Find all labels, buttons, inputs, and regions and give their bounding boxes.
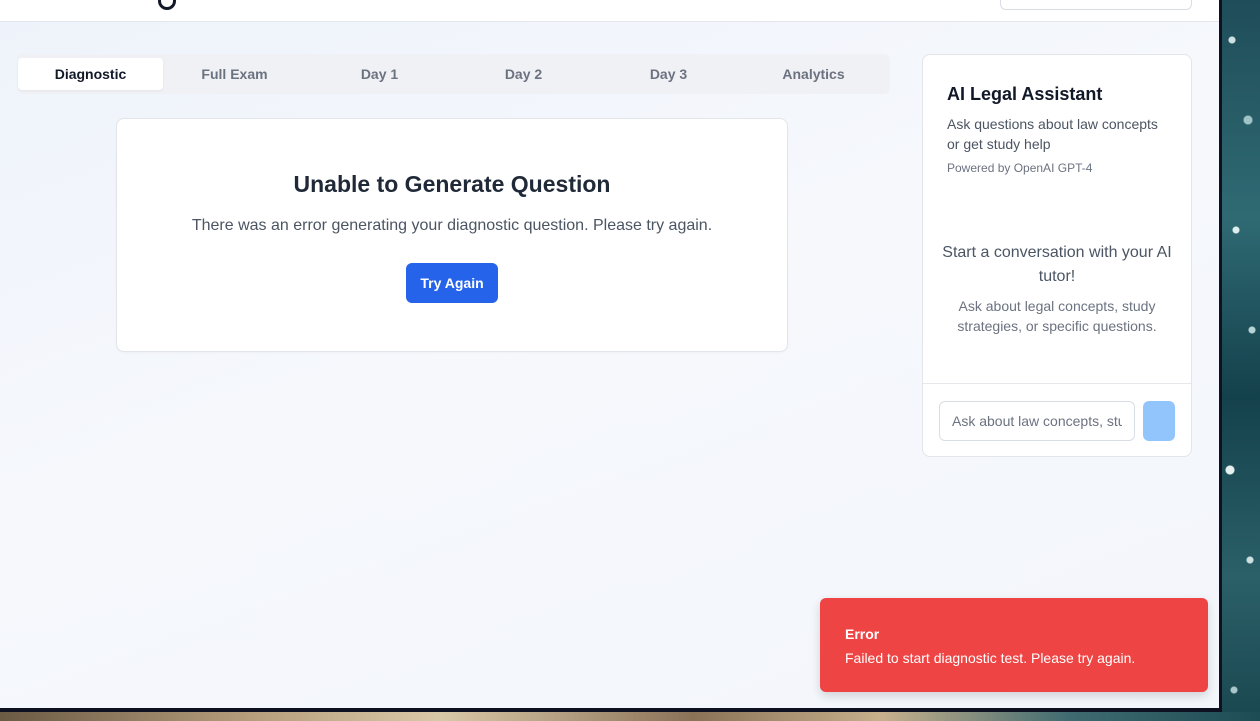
error-title: Unable to Generate Question [293, 171, 611, 197]
empty-chat-subtitle: Ask about legal concepts, study strategi… [957, 298, 1157, 334]
tab-diagnostic[interactable]: Diagnostic [18, 58, 163, 90]
tab-day-3[interactable]: Day 3 [596, 58, 741, 90]
mode-tabs: Diagnostic Full Exam Day 1 Day 2 Day 3 A… [17, 54, 890, 94]
divider [923, 383, 1191, 384]
empty-chat-title: Start a conversation with your AI tutor! [942, 244, 1172, 285]
assistant-title: AI Legal Assistant [947, 84, 1103, 104]
wallpaper-ocean-edge [1222, 0, 1260, 721]
app-window: Diagnostic Full Exam Day 1 Day 2 Day 3 A… [0, 0, 1222, 712]
try-again-button[interactable]: Try Again [406, 263, 498, 303]
tab-day-2[interactable]: Day 2 [451, 58, 596, 90]
tab-full-exam[interactable]: Full Exam [162, 58, 307, 90]
tab-day-1[interactable]: Day 1 [307, 58, 452, 90]
error-card: Unable to Generate Question There was an… [116, 118, 788, 352]
logo-icon [158, 0, 176, 10]
app-header [0, 0, 1219, 22]
header-button[interactable] [1000, 0, 1192, 10]
error-toast[interactable]: Error Failed to start diagnostic test. P… [820, 598, 1208, 692]
toast-title: Error [845, 626, 880, 642]
chat-input[interactable] [939, 401, 1135, 441]
toast-message: Failed to start diagnostic test. Please … [845, 650, 1136, 666]
error-message: There was an error generating your diagn… [191, 217, 713, 234]
tab-analytics[interactable]: Analytics [741, 58, 886, 90]
powered-by-label: Powered by OpenAI GPT-4 [947, 161, 1093, 175]
wallpaper-shore-edge [0, 712, 1260, 721]
send-button[interactable] [1143, 401, 1175, 441]
ai-assistant-panel: AI Legal Assistant Ask questions about l… [922, 54, 1192, 457]
assistant-description: Ask questions about law concepts or get … [947, 116, 1158, 152]
